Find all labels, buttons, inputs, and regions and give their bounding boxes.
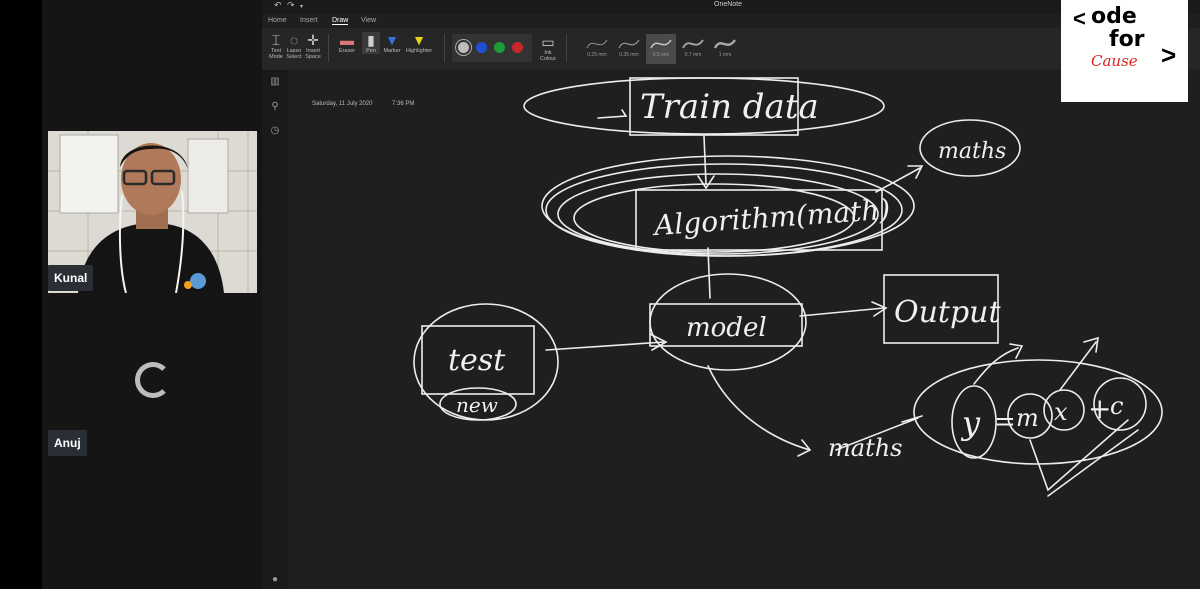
participants-panel: Kunal Anuj [42,0,262,589]
title-bar: ↶ ↷ ▾ OneNote [262,0,1200,14]
onenote-window: ↶ ↷ ▾ OneNote Home Insert Draw View ⌶ Te… [262,0,1200,589]
pen-button[interactable]: ▮ Pen [362,32,380,54]
ribbon-tabs: Home Insert Draw View [262,14,1200,28]
ink-arrow [1059,336,1099,391]
lasso-icon: ◌ [289,32,299,48]
tab-view[interactable]: View [361,17,376,24]
undo-icon[interactable]: ↶ [274,0,282,11]
thickness-option[interactable]: 1 mm [710,34,740,64]
participant-name-tag: Anuj [48,430,87,456]
insert-space-label: Insert Space [305,48,321,60]
text-mode-icon: ⌶ [271,32,281,48]
ink-label-c: c [1110,392,1123,420]
thickness-option[interactable]: 0.35 mm [614,34,644,64]
ink-colour-button[interactable]: ▭ Ink Colour [536,34,560,62]
navigation-sidebar: ▥ ⚲ ◷ ● [262,70,288,589]
ink-drawing: Train data Algorithm(math) maths model O… [413,77,1163,497]
logo-angle-left-icon: < [1073,6,1086,31]
tab-insert[interactable]: Insert [300,17,318,24]
participant-name-tag: Kunal [48,265,94,291]
thickness-option[interactable]: 0.25 mm [582,34,612,64]
logo-text-line1: ode [1091,4,1137,29]
eraser-button[interactable]: ▬ Eraser [336,32,358,54]
thickness-label: 0.5 mm [652,52,670,58]
code-for-cause-logo: < ode for Cause > [1061,0,1188,102]
account-icon[interactable]: ● [269,574,281,586]
marker-icon: ▼ [385,32,399,48]
ink-label-m: m [1016,404,1039,432]
ink-arrow [799,301,888,317]
thickness-label: 0.35 mm [619,52,639,58]
ribbon-divider [444,34,445,62]
highlighter-button[interactable]: ▼ Highlighter [404,32,434,54]
ink-arrow [697,135,715,190]
pen-color-red[interactable] [512,42,523,53]
ink-label-test: test [448,343,506,378]
ribbon-divider [328,34,329,62]
pen-color-blue[interactable] [476,42,487,53]
eraser-label: Eraser [338,48,356,54]
thickness-option-selected[interactable]: 0.5 mm [646,34,676,64]
marker-button[interactable]: ▼ Marker [382,32,402,54]
ink-label-output: Output [894,295,1001,330]
insert-space-button[interactable]: ✛ Insert Space [305,32,321,60]
pen-icon: ▮ [367,32,375,48]
tab-draw[interactable]: Draw [332,17,349,25]
pen-color-silver[interactable] [455,39,472,56]
logo-text-line2: for [1109,27,1145,52]
ink-arrow [973,343,1024,385]
ink-arrow [597,109,628,119]
ink-label-model: model [686,313,767,343]
text-mode-label: Text Mode [269,48,283,60]
ink-label-maths: maths [938,139,1006,164]
note-canvas[interactable]: Saturday, 11 July 2020 7:36 PM Train dat… [288,70,1200,589]
recent-notes-icon[interactable]: ◷ [269,125,281,137]
thickness-label: 0.25 mm [587,52,607,58]
ink-arrow [545,333,668,351]
ink-label-new: new [456,393,498,417]
ink-label-y: y [960,404,981,442]
ink-colour-icon: ▭ [541,34,555,50]
redo-icon[interactable]: ↷ [287,0,295,11]
ink-label-train-data: Train data [640,87,819,127]
lasso-select-label: Lasso Select [286,48,302,60]
quick-access-dropdown-icon[interactable]: ▾ [300,3,303,10]
app-title: OneNote [714,1,743,8]
lasso-select-button[interactable]: ◌ Lasso Select [286,32,302,60]
text-mode-button[interactable]: ⌶ Text Mode [268,32,284,60]
thickness-option[interactable]: 0.7 mm [678,34,708,64]
tab-home[interactable]: Home [268,17,287,24]
ink-label-equals: = [994,407,1016,437]
ink-label-maths: maths [828,434,902,462]
notebooks-icon[interactable]: ▥ [269,76,281,88]
logo-text-line3: Cause [1091,52,1138,70]
ink-arrow [707,365,812,457]
ink-colour-label: Ink Colour [539,50,557,62]
left-strip [0,0,42,589]
pen-color-palette [452,34,532,62]
highlighter-icon: ▼ [412,32,426,48]
pen-label: Pen [366,48,376,54]
highlighter-label: Highlighter [405,48,433,54]
thickness-label: 1 mm [718,52,732,58]
logo-angle-right-icon: > [1161,40,1177,70]
loading-spinner-icon [135,362,171,398]
ribbon-divider [566,34,567,62]
ink-label-plus: + [1088,392,1111,425]
marker-label: Marker [383,48,401,54]
ink-label-x: x [1054,398,1068,426]
thickness-label: 0.7 mm [684,52,702,58]
eraser-icon: ▬ [340,32,354,48]
search-icon[interactable]: ⚲ [269,101,281,113]
pen-color-green[interactable] [494,42,505,53]
insert-space-icon: ✛ [307,32,319,48]
